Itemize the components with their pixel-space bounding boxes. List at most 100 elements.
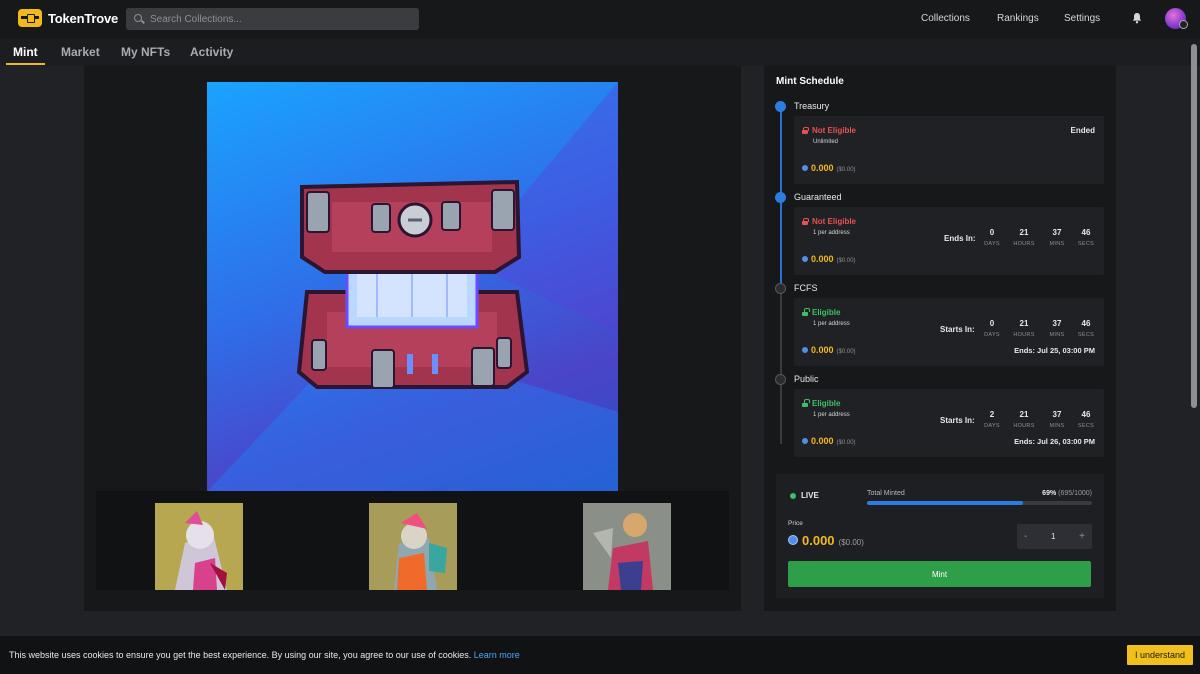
decrease-quantity-button[interactable]: - <box>1024 531 1027 542</box>
countdown-hours: 21 HOURS <box>1013 319 1035 338</box>
increase-quantity-button[interactable]: + <box>1079 531 1085 542</box>
price-usd: ($0.00) <box>838 538 864 547</box>
price-usd: ($0.00) <box>836 258 856 264</box>
price-label: Price <box>788 520 803 527</box>
price-value: 0.000 <box>811 254 834 264</box>
mint-limit: 1 per address <box>813 230 850 236</box>
tab-activity[interactable]: Activity <box>190 45 233 59</box>
nft-preview-image <box>207 82 618 492</box>
phase-end-time: Ends: Jul 26, 03:00 PM <box>1014 437 1095 446</box>
coin-icon <box>802 256 808 262</box>
phase-dot <box>775 283 786 294</box>
loot-box-icon <box>207 82 618 492</box>
search-input[interactable] <box>150 13 410 25</box>
countdown-days: 0 DAYS <box>984 319 1000 338</box>
price-usd: ($0.00) <box>836 349 856 355</box>
mint-price: 0.000 ($0.00) <box>788 533 864 548</box>
cookie-message: This website uses cookies to ensure you … <box>9 650 520 660</box>
price-value: 0.000 <box>811 163 834 173</box>
price-value: 0.000 <box>802 533 835 548</box>
schedule-title: Mint Schedule <box>776 76 844 87</box>
phase-card-treasury: Not Eligible Unlimited Ended 0.000 ($0.0… <box>794 116 1104 184</box>
mint-card: LIVE Total Minted 69% (695/1000) Price 0… <box>776 474 1104 598</box>
countdown-mins: 37 MINS <box>1049 228 1065 247</box>
bell-icon[interactable] <box>1131 12 1143 24</box>
phase-dot <box>775 192 786 203</box>
tab-my-nfts[interactable]: My NFTs <box>121 45 170 59</box>
timeline-segment <box>780 110 782 202</box>
countdown-mins: 37 MINS <box>1049 319 1065 338</box>
countdown-secs: 46 SECS <box>1077 228 1095 247</box>
price-usd: ($0.00) <box>836 167 856 173</box>
total-minted-value: 69% (695/1000) <box>1042 490 1092 497</box>
live-status: LIVE <box>790 491 819 500</box>
countdown-secs: 46 SECS <box>1077 410 1095 429</box>
phase-end-time: Ends: Jul 25, 03:00 PM <box>1014 346 1095 355</box>
phase-dot <box>775 374 786 385</box>
lock-icon <box>802 218 809 225</box>
countdown-hours: 21 HOURS <box>1013 228 1035 247</box>
price-value: 0.000 <box>811 436 834 446</box>
nft-thumbnail-3[interactable] <box>583 503 671 590</box>
search-box[interactable] <box>126 8 419 30</box>
countdown-label: Starts In: <box>940 416 975 425</box>
lock-icon <box>802 127 809 134</box>
countdown-secs: 46 SECS <box>1077 319 1095 338</box>
countdown-hours: 21 HOURS <box>1013 410 1035 429</box>
nft-character-icon <box>155 503 243 590</box>
nft-thumbnail-1[interactable] <box>155 503 243 590</box>
eligibility-status: Eligible <box>802 308 840 317</box>
phase-card-public: Eligible 1 per address Starts In: 2 DAYS … <box>794 389 1104 457</box>
treasure-chest-icon <box>18 9 42 27</box>
phase-price: 0.000 ($0.00) <box>802 254 856 264</box>
avatar-badge-icon <box>1179 20 1188 29</box>
phase-price: 0.000 ($0.00) <box>802 163 856 173</box>
active-tab-indicator <box>6 63 45 65</box>
countdown-days: 2 DAYS <box>984 410 1000 429</box>
timeline-segment <box>780 384 782 444</box>
accept-cookies-button[interactable]: I understand <box>1127 645 1193 665</box>
cookie-banner: This website uses cookies to ensure you … <box>0 636 1200 674</box>
eligibility-status: Not Eligible <box>802 217 856 226</box>
phase-name-fcfs: FCFS <box>794 283 818 293</box>
phase-dot <box>775 101 786 112</box>
unlock-icon <box>802 308 810 316</box>
quantity-value[interactable]: 1 <box>1051 532 1055 541</box>
countdown-label: Starts In: <box>940 325 975 334</box>
phase-name-public: Public <box>794 374 819 384</box>
quantity-stepper: - 1 + <box>1017 524 1092 549</box>
nft-thumbnail-2[interactable] <box>369 503 457 590</box>
countdown-days: 0 DAYS <box>984 228 1000 247</box>
coin-icon <box>802 438 808 444</box>
phase-status: Ended <box>1070 126 1095 135</box>
mint-limit: 1 per address <box>813 412 850 418</box>
timeline-segment <box>780 293 782 384</box>
phase-price: 0.000 ($0.00) <box>802 436 856 446</box>
tab-mint[interactable]: Mint <box>13 45 38 59</box>
price-usd: ($0.00) <box>836 440 856 446</box>
timeline-segment <box>780 202 782 293</box>
unlock-icon <box>802 399 810 407</box>
coin-icon <box>788 535 798 545</box>
coin-icon <box>802 347 808 353</box>
phase-price: 0.000 ($0.00) <box>802 345 856 355</box>
tab-bar: Mint Market My NFTs Activity <box>0 38 1200 66</box>
nft-character-icon <box>369 503 457 590</box>
logo[interactable]: TokenTrove <box>18 9 118 27</box>
coin-icon <box>802 165 808 171</box>
mint-progress-bar <box>867 501 1092 505</box>
nav-rankings[interactable]: Rankings <box>997 13 1039 24</box>
eligibility-status: Eligible <box>802 399 840 408</box>
phase-card-fcfs: Eligible 1 per address Starts In: 0 DAYS … <box>794 298 1104 366</box>
scrollbar[interactable] <box>1191 44 1197 408</box>
tab-market[interactable]: Market <box>61 45 100 59</box>
mint-limit: Unlimited <box>813 139 839 145</box>
learn-more-link[interactable]: Learn more <box>474 650 520 660</box>
nav-collections[interactable]: Collections <box>921 13 970 24</box>
nav-settings[interactable]: Settings <box>1064 13 1100 24</box>
eligibility-status: Not Eligible <box>802 126 856 135</box>
phase-card-guaranteed: Not Eligible 1 per address Ends In: 0 DAY… <box>794 207 1104 275</box>
search-icon <box>134 14 144 24</box>
mint-button[interactable]: Mint <box>788 561 1091 587</box>
live-dot-icon <box>790 492 796 499</box>
